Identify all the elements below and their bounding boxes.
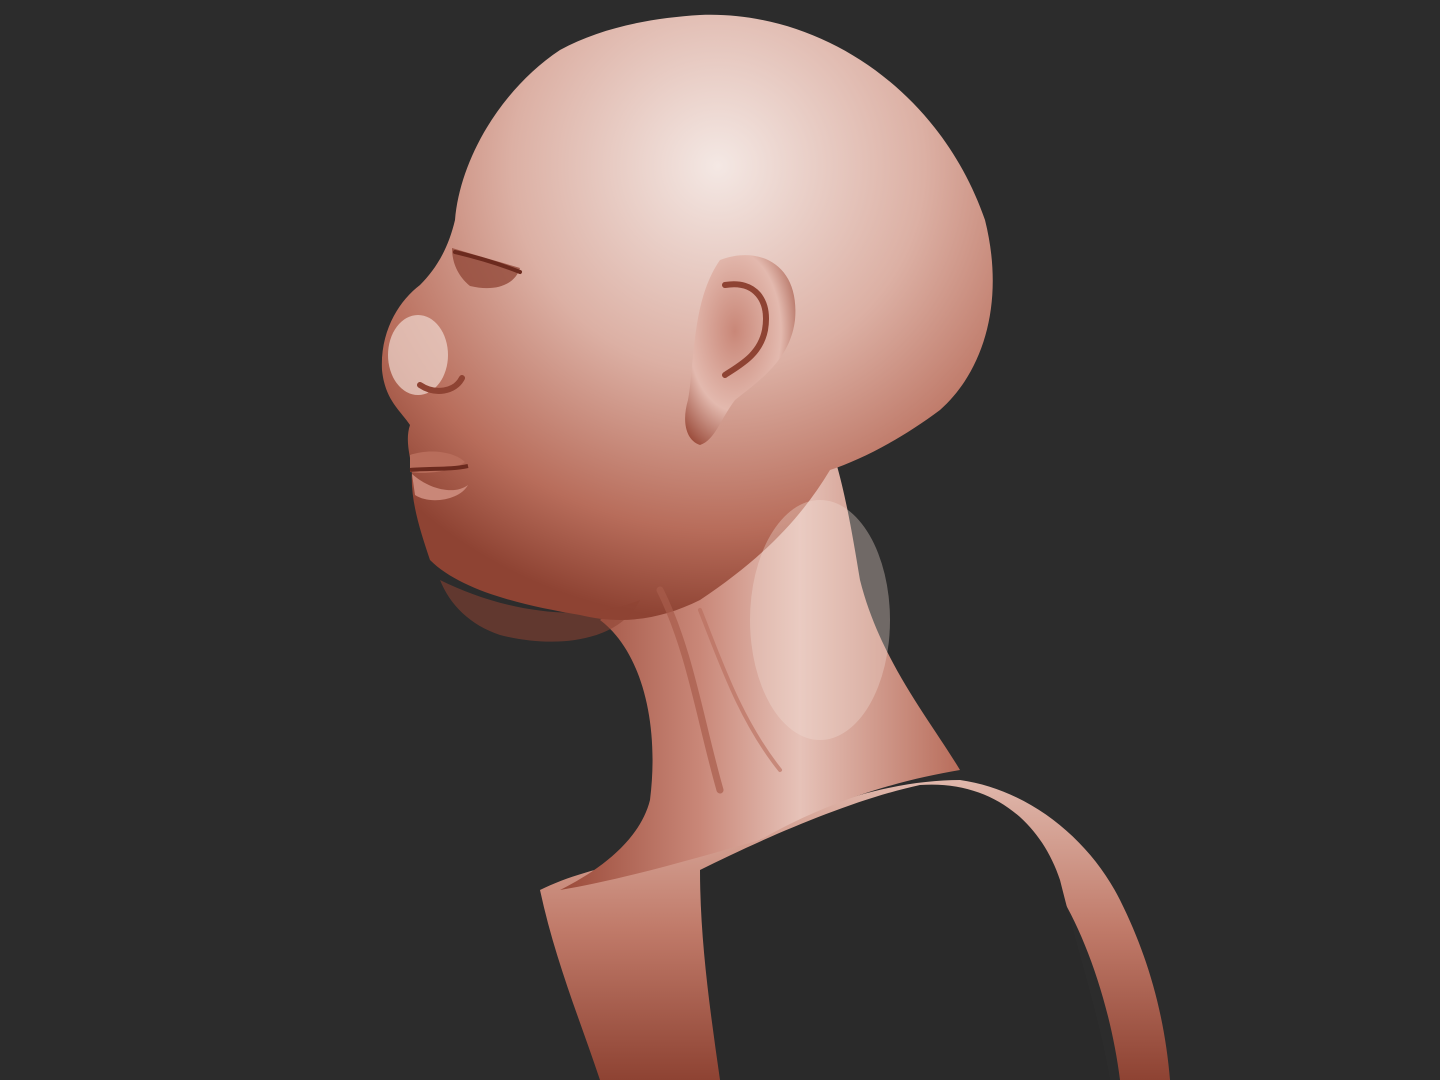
render-viewport bbox=[0, 0, 1440, 1080]
neck-highlight bbox=[750, 500, 890, 740]
sculpt-bust-render bbox=[381, 14, 1170, 1080]
head bbox=[381, 14, 993, 621]
